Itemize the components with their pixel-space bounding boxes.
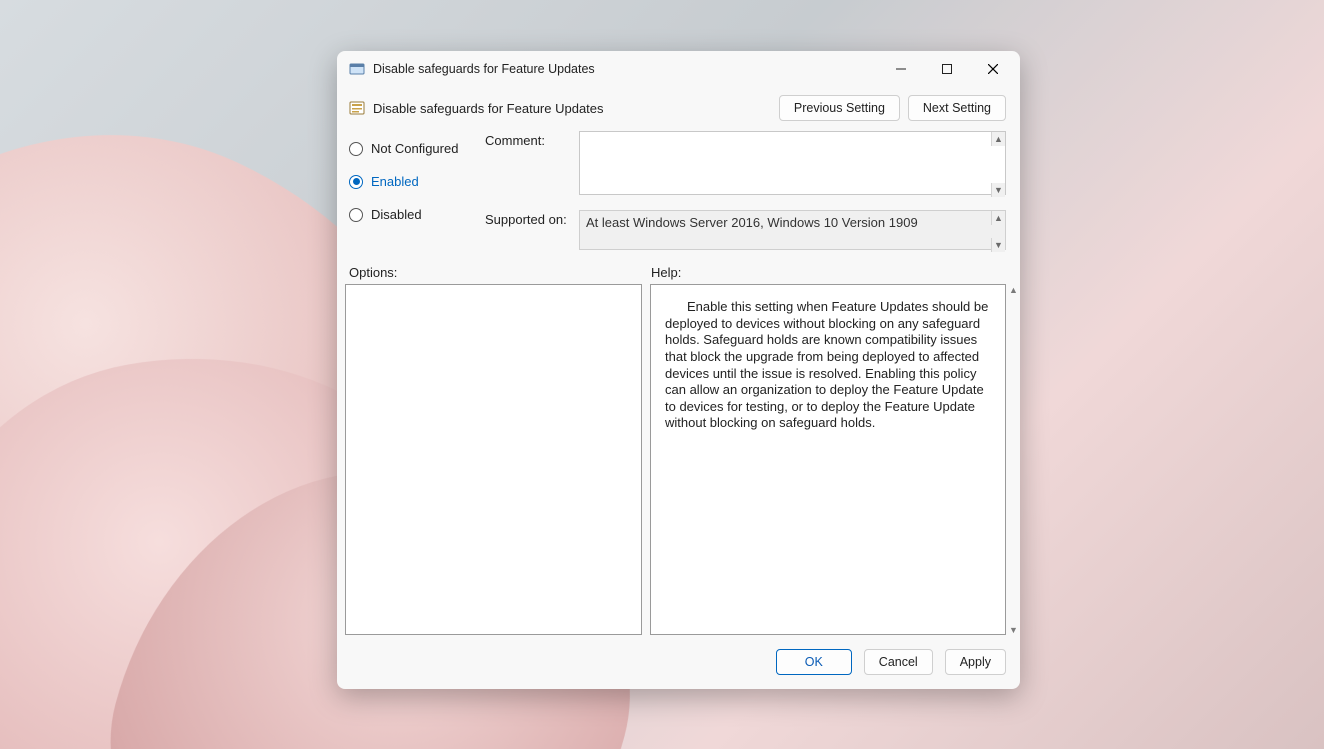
supported-on-label: Supported on: xyxy=(485,210,573,227)
supported-on-textarea xyxy=(579,210,1006,250)
policy-title: Disable safeguards for Feature Updates xyxy=(373,101,604,116)
help-label: Help: xyxy=(651,265,681,280)
options-panel xyxy=(345,284,642,635)
radio-not-configured[interactable]: Not Configured xyxy=(349,141,467,156)
radio-icon xyxy=(349,142,363,156)
maximize-icon xyxy=(942,64,952,74)
close-icon xyxy=(988,64,998,74)
next-setting-button[interactable]: Next Setting xyxy=(908,95,1006,121)
window-title: Disable safeguards for Feature Updates xyxy=(373,62,595,76)
scroll-up-icon[interactable]: ▲ xyxy=(991,211,1005,225)
radio-enabled[interactable]: Enabled xyxy=(349,174,467,189)
radio-label: Disabled xyxy=(371,207,422,222)
close-button[interactable] xyxy=(970,54,1016,84)
titlebar[interactable]: Disable safeguards for Feature Updates xyxy=(337,51,1020,87)
minimize-icon xyxy=(896,64,906,74)
radio-icon xyxy=(349,208,363,222)
state-radio-group: Not Configured Enabled Disabled xyxy=(349,131,467,253)
radio-label: Not Configured xyxy=(371,141,458,156)
scroll-up-icon[interactable]: ▲ xyxy=(1008,284,1019,295)
previous-setting-button[interactable]: Previous Setting xyxy=(779,95,900,121)
options-label: Options: xyxy=(349,265,651,280)
radio-label: Enabled xyxy=(371,174,419,189)
comment-textarea[interactable] xyxy=(579,131,1006,195)
help-text: Enable this setting when Feature Updates… xyxy=(665,299,991,432)
maximize-button[interactable] xyxy=(924,54,970,84)
scroll-down-icon[interactable]: ▼ xyxy=(1008,624,1019,635)
help-panel: Enable this setting when Feature Updates… xyxy=(650,284,1006,635)
comment-label: Comment: xyxy=(485,131,573,148)
radio-disabled[interactable]: Disabled xyxy=(349,207,467,222)
ok-button[interactable]: OK xyxy=(776,649,852,675)
dialog-footer: OK Cancel Apply xyxy=(337,635,1020,689)
cancel-button[interactable]: Cancel xyxy=(864,649,933,675)
policy-header: Disable safeguards for Feature Updates P… xyxy=(337,87,1020,127)
desktop-background: Disable safeguards for Feature Updates D… xyxy=(0,0,1324,749)
minimize-button[interactable] xyxy=(878,54,924,84)
radio-icon xyxy=(349,175,363,189)
scroll-up-icon[interactable]: ▲ xyxy=(991,132,1005,146)
policy-dialog-window: Disable safeguards for Feature Updates D… xyxy=(337,51,1020,689)
policy-item-icon xyxy=(349,100,365,116)
policy-window-icon xyxy=(349,61,365,77)
scroll-down-icon[interactable]: ▼ xyxy=(991,183,1005,197)
scroll-down-icon[interactable]: ▼ xyxy=(991,238,1005,252)
apply-button[interactable]: Apply xyxy=(945,649,1006,675)
